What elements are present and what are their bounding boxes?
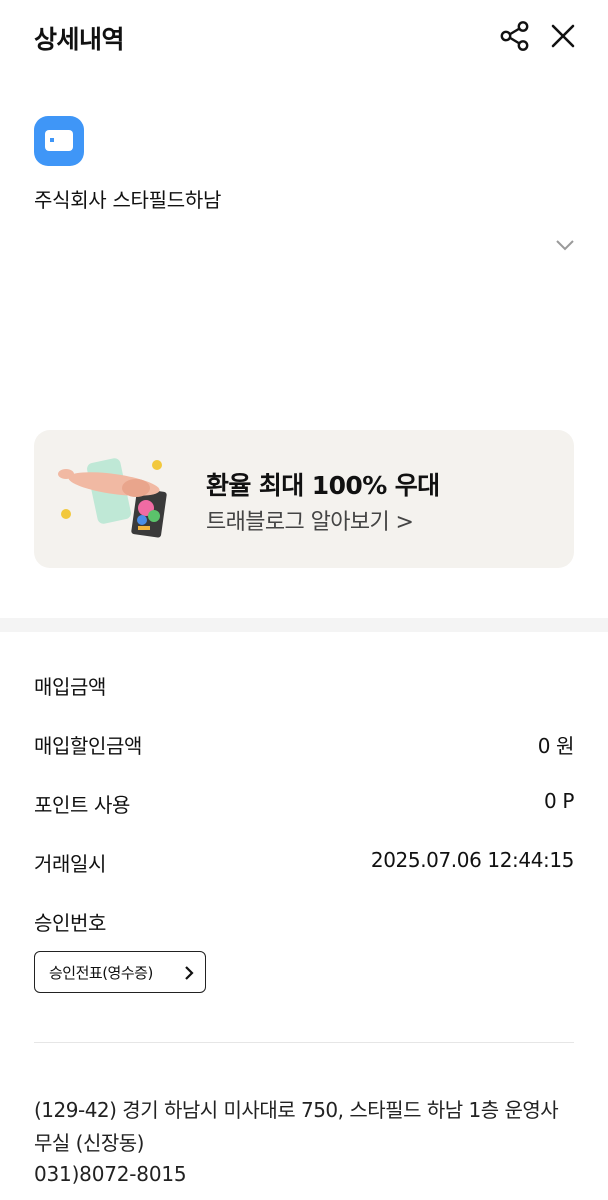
transaction-datetime-value: 2025.07.06 12:44:15 xyxy=(370,848,574,872)
points-row: 포인트 사용 0 P xyxy=(34,789,574,819)
share-button[interactable] xyxy=(496,17,534,55)
promo-link[interactable]: 트래블로그 알아보기 > xyxy=(206,504,414,536)
card-icon xyxy=(45,130,73,151)
travel-promo-banner[interactable]: 환율 최대 100% 우대 트래블로그 알아보기 > xyxy=(34,430,574,568)
points-value: 0 P xyxy=(544,789,574,813)
receipt-button[interactable]: 승인전표(영수증) xyxy=(34,951,206,993)
purchase-discount-value: 0 원 xyxy=(537,734,575,758)
divider xyxy=(34,1042,574,1043)
share-icon xyxy=(500,21,529,51)
chevron-down-icon xyxy=(556,240,574,251)
merchant-name: 주식회사 스타필드하남 xyxy=(34,188,222,212)
approval-number-row: 승인번호 xyxy=(34,907,574,937)
approval-number-label: 승인번호 xyxy=(34,911,106,935)
promo-illustration xyxy=(54,452,174,552)
purchase-discount-row: 매입할인금액 0 원 xyxy=(34,730,574,760)
purchase-amount-label: 매입금액 xyxy=(34,675,106,699)
points-label: 포인트 사용 xyxy=(34,793,130,817)
page-title: 상세내역 xyxy=(34,25,125,54)
close-icon xyxy=(551,24,575,48)
merchant-logo xyxy=(34,116,84,166)
header-bar: 상세내역 xyxy=(0,0,608,72)
section-divider xyxy=(0,618,608,632)
transaction-datetime-label: 거래일시 xyxy=(34,852,106,876)
transaction-datetime-row: 거래일시 2025.07.06 12:44:15 xyxy=(34,848,574,878)
merchant-phone[interactable]: 031)8072-8015 xyxy=(34,1162,187,1186)
purchase-discount-label: 매입할인금액 xyxy=(34,734,142,758)
close-button[interactable] xyxy=(546,17,580,55)
chevron-right-icon xyxy=(185,966,194,980)
promo-title: 환율 최대 100% 우대 xyxy=(206,471,440,500)
merchant-address: (129-42) 경기 하남시 미사대로 750, 스타필드 하남 1층 운영사… xyxy=(34,1098,559,1155)
purchase-amount-row: 매입금액 xyxy=(34,671,574,701)
receipt-button-label: 승인전표(영수증) xyxy=(49,964,153,982)
expand-button[interactable] xyxy=(553,233,577,257)
